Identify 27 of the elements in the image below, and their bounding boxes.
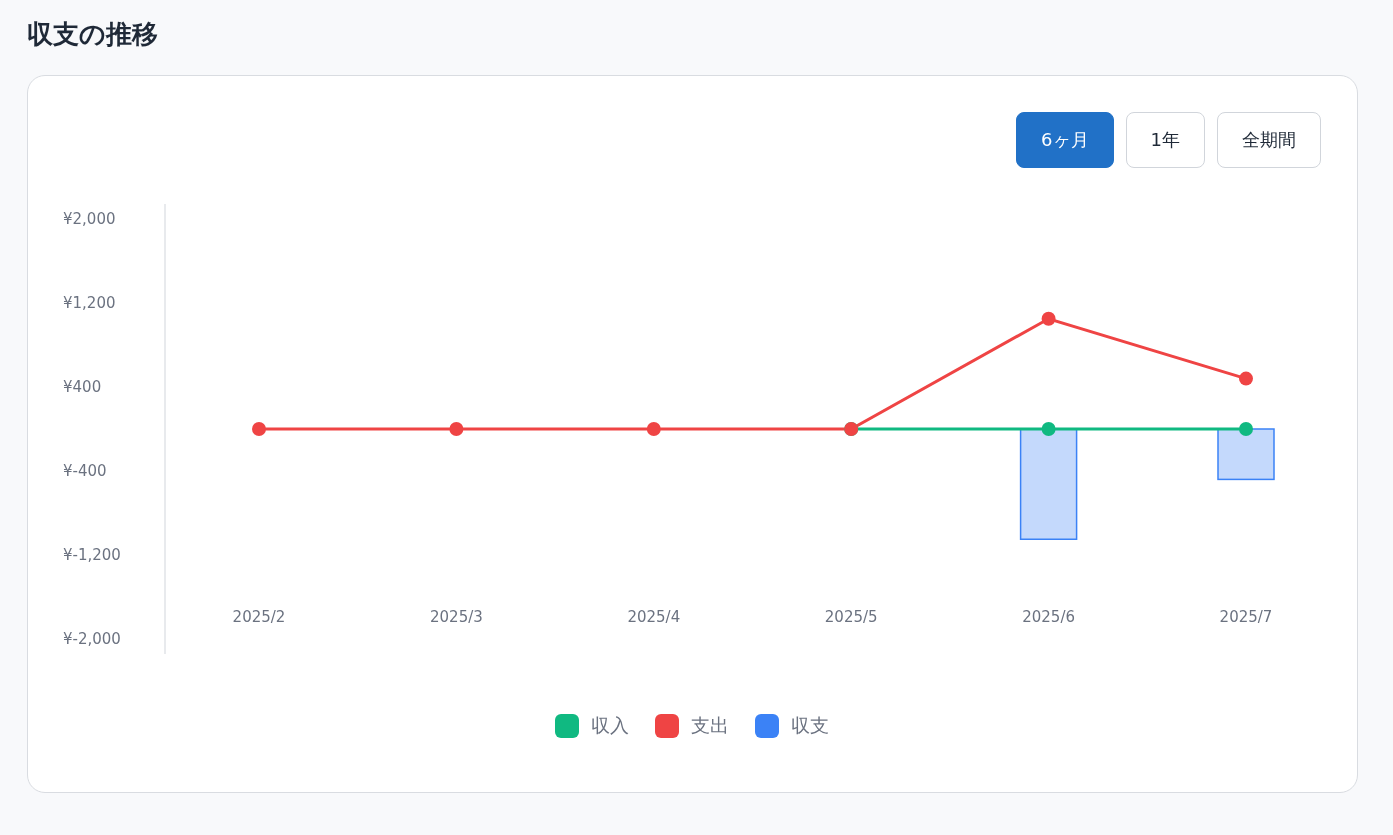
- y-axis-label: ¥-2,000: [63, 629, 121, 648]
- period-tab[interactable]: 1年: [1125, 112, 1205, 168]
- data-point: [252, 422, 266, 436]
- x-axis-label: 2025/4: [627, 607, 681, 626]
- data-point: [1041, 311, 1056, 326]
- data-point: [646, 422, 661, 436]
- x-axis-label: 2025/6: [1022, 607, 1075, 626]
- period-tab[interactable]: 全期間: [1217, 112, 1321, 168]
- y-axis-label: ¥1,200: [63, 293, 116, 312]
- x-axis-label: 2025/3: [430, 607, 483, 626]
- legend-label: 支出: [691, 713, 729, 738]
- data-point: [1041, 422, 1056, 436]
- page-title: 収支の推移: [27, 18, 159, 51]
- x-axis-label: 2025/2: [232, 607, 286, 626]
- period-tab[interactable]: 6ヶ月: [1016, 112, 1114, 168]
- y-axis-label: ¥-1,200: [63, 545, 121, 564]
- legend-label: 収入: [591, 713, 629, 738]
- data-point: [1239, 422, 1253, 436]
- legend-label: 収支: [791, 713, 829, 738]
- y-axis-label: ¥400: [63, 377, 102, 396]
- data-point: [1239, 371, 1253, 386]
- balance-bar: [1217, 428, 1275, 481]
- x-axis-label: 2025/5: [824, 607, 878, 626]
- x-axis-label: 2025/7: [1219, 607, 1273, 626]
- y-axis-label: ¥2,000: [63, 209, 116, 228]
- data-point: [449, 422, 464, 436]
- y-axis-label: ¥-400: [63, 461, 107, 480]
